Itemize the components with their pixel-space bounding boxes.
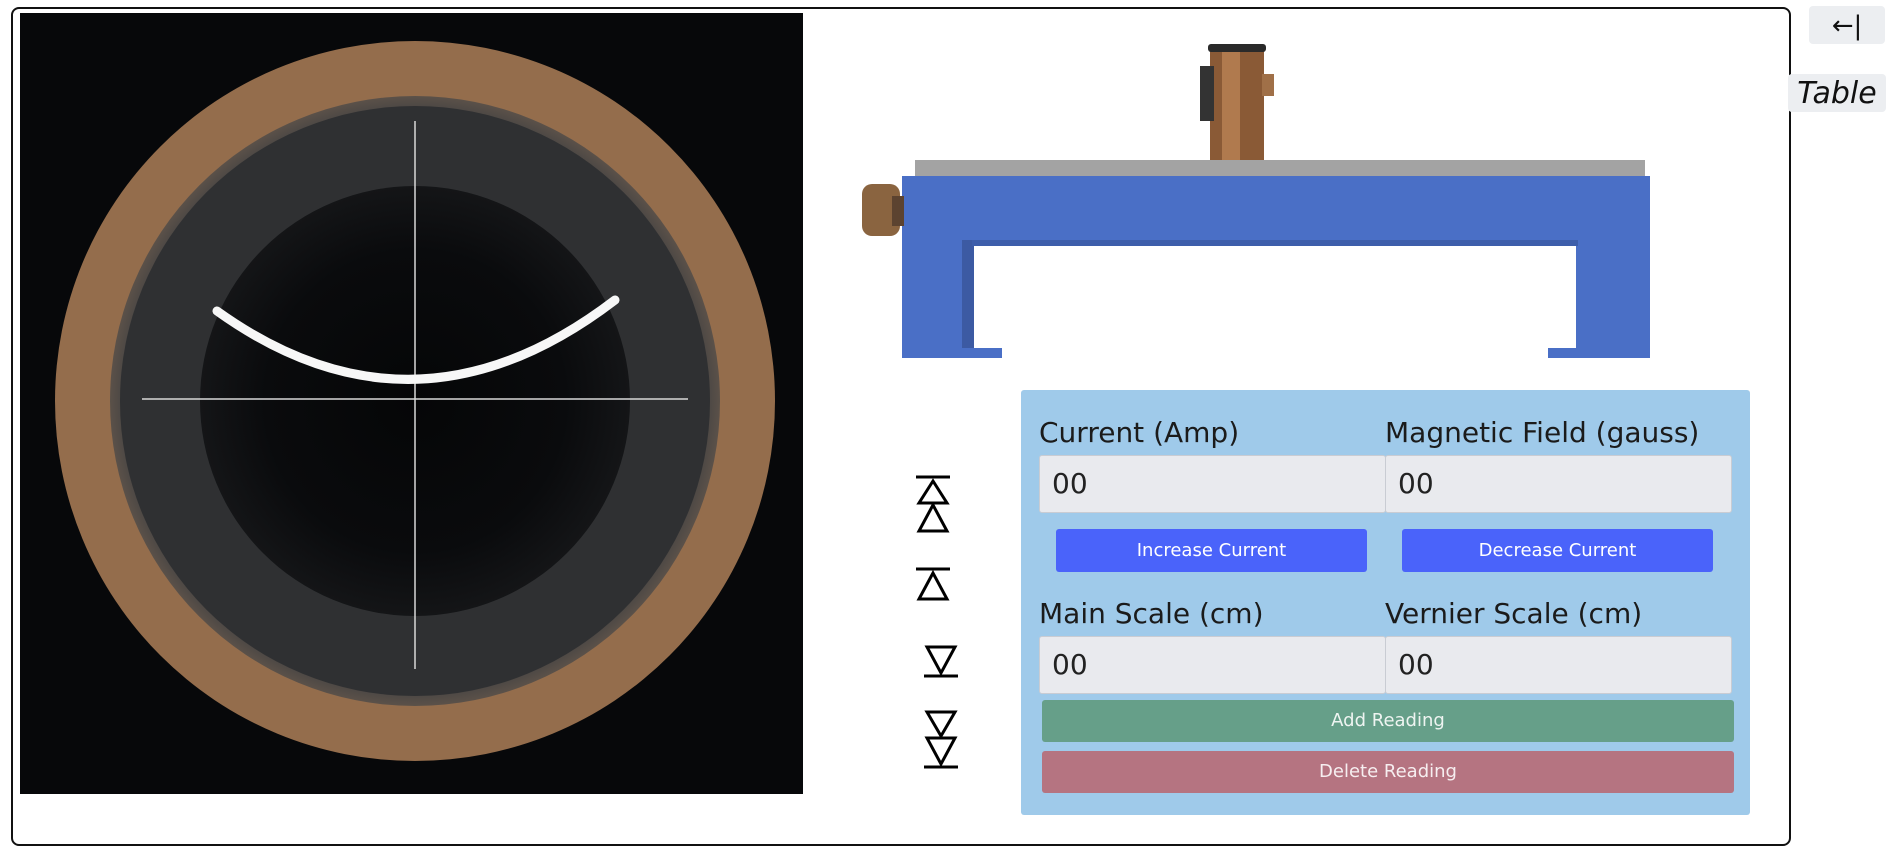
down-icon[interactable] bbox=[922, 643, 962, 679]
increase-current-button[interactable]: Increase Current bbox=[1056, 529, 1367, 572]
main-scale-label: Main Scale (cm) bbox=[1039, 597, 1264, 630]
up-icon[interactable] bbox=[914, 567, 954, 603]
collapse-panel-button[interactable]: ←| bbox=[1809, 6, 1885, 44]
main-scale-field[interactable]: 00 bbox=[1039, 636, 1386, 694]
magnetic-field-field[interactable]: 00 bbox=[1385, 455, 1732, 513]
fast-up-icon[interactable] bbox=[914, 475, 954, 537]
microscope-eyepiece-image bbox=[55, 41, 775, 761]
current-field[interactable]: 00 bbox=[1039, 455, 1386, 513]
travelling-microscope-stand bbox=[862, 44, 1650, 358]
microscope-view bbox=[20, 13, 803, 794]
table-button[interactable]: Table bbox=[1788, 74, 1886, 112]
decrease-current-button[interactable]: Decrease Current bbox=[1402, 529, 1713, 572]
delete-reading-button[interactable]: Delete Reading bbox=[1042, 751, 1734, 793]
fast-down-icon[interactable] bbox=[922, 708, 962, 770]
current-label: Current (Amp) bbox=[1039, 416, 1240, 449]
vernier-scale-field[interactable]: 00 bbox=[1385, 636, 1732, 694]
add-reading-button[interactable]: Add Reading bbox=[1042, 700, 1734, 742]
vernier-scale-label: Vernier Scale (cm) bbox=[1385, 597, 1643, 630]
control-panel: Current (Amp) Magnetic Field (gauss) 00 … bbox=[1021, 390, 1750, 815]
apparatus-image bbox=[860, 44, 1660, 374]
magnetic-field-label: Magnetic Field (gauss) bbox=[1385, 416, 1700, 449]
arrow-controls bbox=[910, 475, 970, 775]
